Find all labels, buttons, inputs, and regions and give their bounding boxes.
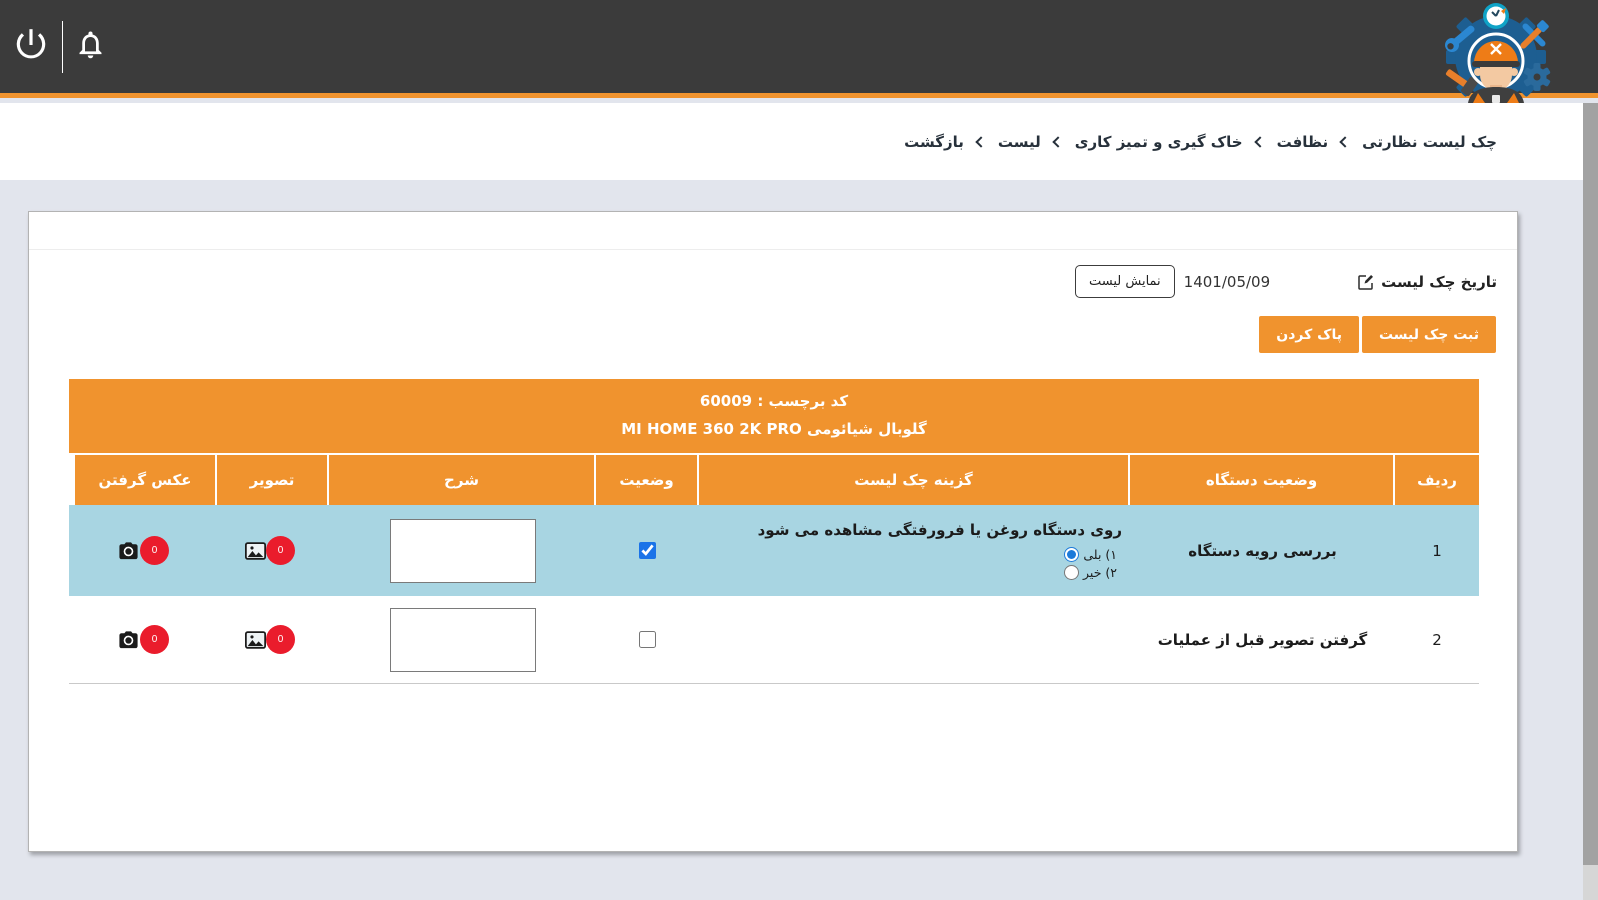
picture-icon	[245, 542, 266, 560]
breadcrumb-bar: چک لیست نظارتی نظافت خاک گیری و تمیز کار…	[0, 103, 1583, 180]
power-button[interactable]	[12, 26, 50, 64]
column-header-take-photo: عکس گرفتن	[75, 455, 217, 505]
option-no-radio[interactable]	[1064, 565, 1079, 580]
status-cell	[596, 505, 699, 596]
clear-button[interactable]: پاک کردن	[1259, 316, 1359, 353]
image-button[interactable]: 0	[251, 625, 295, 654]
checklist-date-label: تاریخ چک لیست	[1358, 273, 1497, 291]
photo-count-badge: 0	[140, 625, 169, 654]
device-status-cell: گرفتن تصویر قبل از عملیات	[1130, 596, 1395, 683]
top-header-bar	[0, 0, 1598, 98]
column-header-checklist-option: گزینه چک لیست	[699, 455, 1130, 505]
option-yes-label: ۱) بلی	[1083, 547, 1117, 562]
chevron-left-icon	[1052, 136, 1063, 147]
chevron-left-icon	[1339, 136, 1350, 147]
row-number-cell: 2	[1395, 596, 1479, 683]
option-yes[interactable]: ۱) بلی	[1064, 547, 1117, 562]
breadcrumb-item-back[interactable]: بازگشت	[904, 133, 964, 151]
table-row: 1 بررسی رویه دستگاه روی دستگاه روغن یا ف…	[69, 505, 1479, 596]
topbar-divider	[62, 21, 63, 73]
checklist-date-value[interactable]: 1401/05/09	[1184, 273, 1270, 291]
image-count-badge: 0	[266, 625, 295, 654]
breadcrumb: چک لیست نظارتی نظافت خاک گیری و تمیز کار…	[904, 103, 1497, 180]
mechanic-tools-logo-icon	[1436, 88, 1554, 107]
image-cell: 0	[217, 505, 329, 596]
camera-icon	[117, 541, 140, 561]
breadcrumb-item-list[interactable]: لیست	[998, 133, 1041, 151]
app-logo[interactable]	[1436, 1, 1554, 103]
power-icon	[12, 52, 50, 67]
breadcrumb-item-nezafat[interactable]: نظافت	[1277, 133, 1329, 151]
chevron-left-icon	[1254, 136, 1265, 147]
breadcrumb-item-checklist[interactable]: چک لیست نظارتی	[1362, 133, 1497, 151]
date-toolbar: تاریخ چک لیست 1401/05/09 نمایش لیست	[1075, 265, 1497, 298]
notifications-button[interactable]	[74, 28, 107, 61]
page-scrollbar[interactable]	[1583, 103, 1598, 900]
column-header-description: شرح	[329, 455, 596, 505]
image-button[interactable]: 0	[251, 536, 295, 565]
checklist-table: کد برچسب : 60009 گلوبال شیائومی MI HOME …	[69, 379, 1479, 684]
show-list-button[interactable]: نمایش لیست	[1075, 265, 1175, 298]
device-name-text: گلوبال شیائومی MI HOME 360 2K PRO	[69, 420, 1479, 438]
camera-icon	[117, 630, 140, 650]
breadcrumb-item-dusting[interactable]: خاک گیری و تمیز کاری	[1075, 133, 1243, 151]
take-photo-button[interactable]: 0	[123, 536, 169, 565]
option-no[interactable]: ۲) خیر	[1064, 565, 1117, 580]
card-header-divider	[29, 249, 1517, 250]
chevron-left-icon	[975, 136, 986, 147]
take-photo-cell: 0	[75, 596, 217, 683]
option-yes-radio[interactable]	[1064, 547, 1079, 562]
image-cell: 0	[217, 596, 329, 683]
status-cell	[596, 596, 699, 683]
checklist-option-cell	[699, 596, 1130, 683]
scrollbar-thumb[interactable]	[1583, 103, 1598, 865]
description-textarea[interactable]	[390, 519, 536, 583]
checklist-date-label-text: تاریخ چک لیست	[1381, 273, 1497, 291]
action-buttons: ثبت چک لیست پاک کردن	[1259, 316, 1496, 353]
table-row: 2 گرفتن تصویر قبل از عملیات 0	[69, 596, 1479, 684]
description-textarea[interactable]	[390, 608, 536, 672]
description-cell	[329, 505, 596, 596]
option-question: روی دستگاه روغن یا فرورفتگی مشاهده می شو…	[758, 521, 1122, 539]
device-status-cell: بررسی رویه دستگاه	[1130, 505, 1395, 596]
image-count-badge: 0	[266, 536, 295, 565]
picture-icon	[245, 631, 266, 649]
checklist-option-cell: روی دستگاه روغن یا فرورفتگی مشاهده می شو…	[699, 505, 1130, 596]
column-header-device-status: وضعیت دستگاه	[1130, 455, 1395, 505]
submit-checklist-button[interactable]: ثبت چک لیست	[1362, 316, 1496, 353]
option-no-label: ۲) خیر	[1083, 565, 1117, 580]
status-checkbox[interactable]	[639, 631, 656, 648]
take-photo-cell: 0	[75, 505, 217, 596]
edit-icon	[1358, 274, 1374, 290]
photo-count-badge: 0	[140, 536, 169, 565]
description-cell	[329, 596, 596, 683]
content-card: تاریخ چک لیست 1401/05/09 نمایش لیست ثبت …	[28, 211, 1518, 852]
column-header-image: تصویر	[217, 455, 329, 505]
status-checkbox[interactable]	[639, 542, 656, 559]
row-number-cell: 1	[1395, 505, 1479, 596]
column-header-status: وضعیت	[596, 455, 699, 505]
column-header-row-number: ردیف	[1395, 455, 1479, 505]
take-photo-button[interactable]: 0	[123, 625, 169, 654]
tag-code-text: کد برچسب : 60009	[69, 392, 1479, 410]
bell-icon	[74, 49, 107, 64]
table-header-row: ردیف وضعیت دستگاه گزینه چک لیست وضعیت شر…	[69, 455, 1479, 505]
device-banner: کد برچسب : 60009 گلوبال شیائومی MI HOME …	[69, 379, 1479, 455]
